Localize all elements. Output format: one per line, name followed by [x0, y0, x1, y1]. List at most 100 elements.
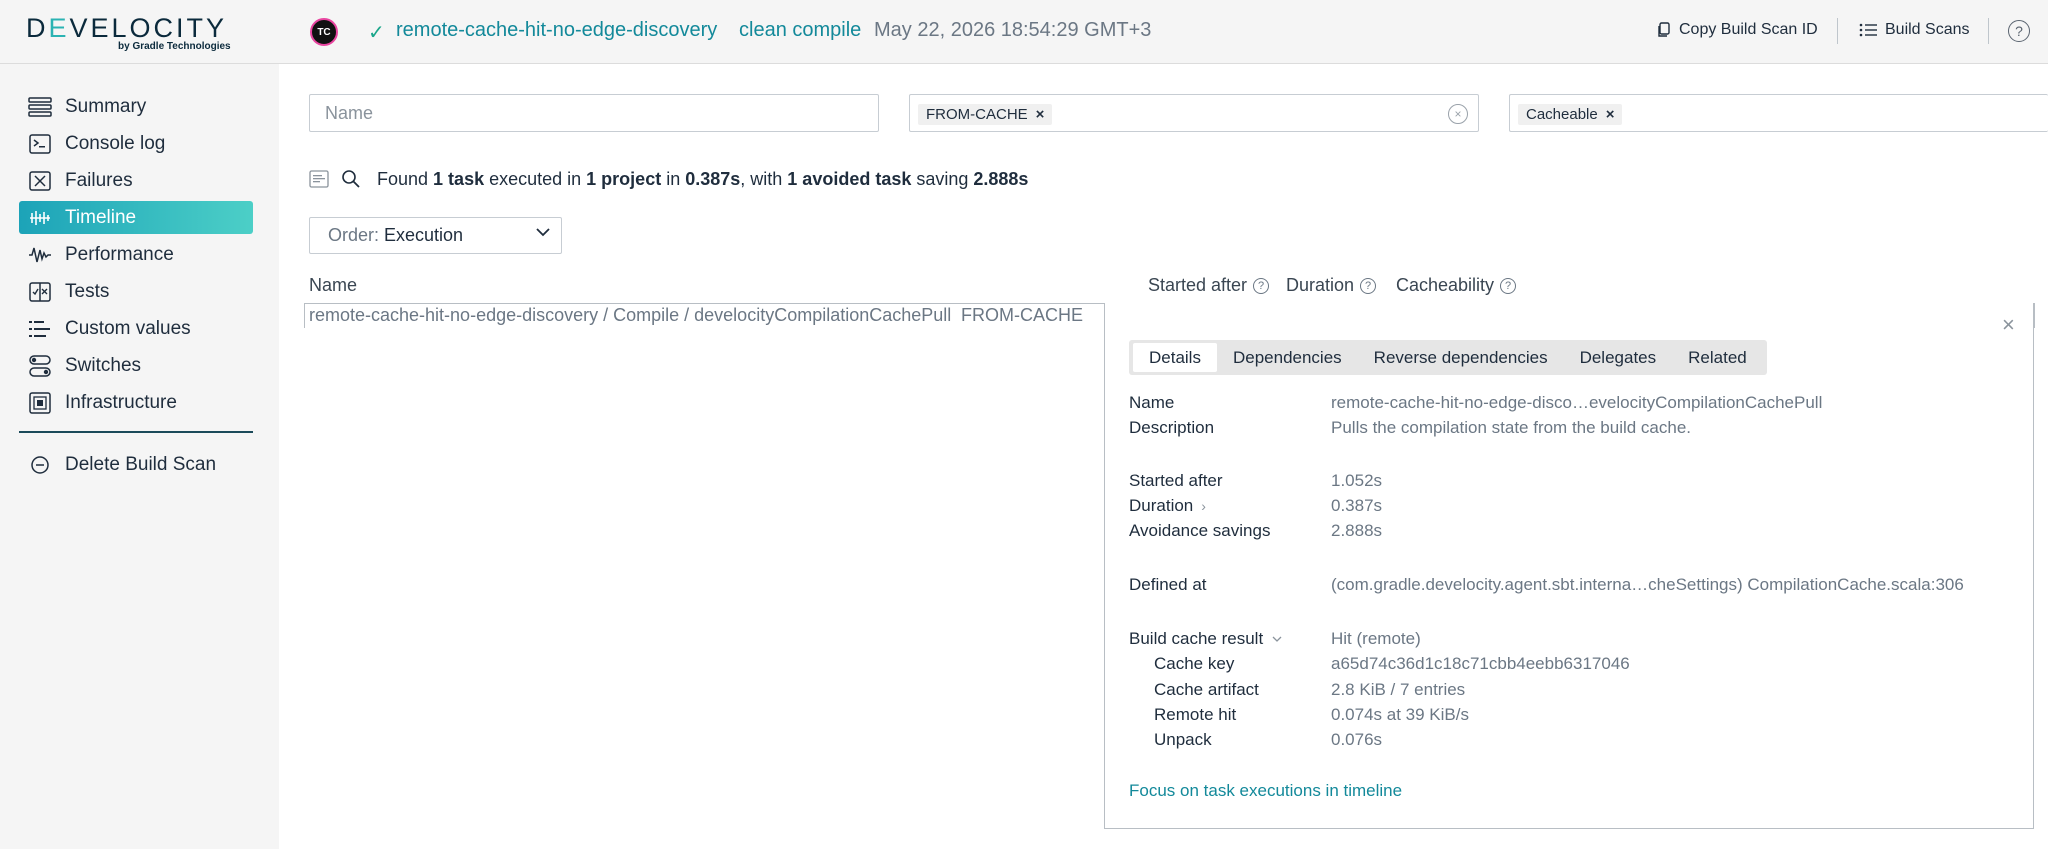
help-icon[interactable]: ? [2008, 20, 2030, 42]
collapse-all-icon[interactable] [309, 169, 329, 189]
tab-delegates[interactable]: Delegates [1564, 343, 1673, 372]
clear-filter-icon[interactable]: × [1448, 104, 1468, 124]
chip-remove-icon[interactable]: × [1606, 106, 1615, 123]
detail-value-cache-result: Hit (remote) [1331, 629, 1421, 648]
detail-label-avoidance: Avoidance savings [1129, 521, 1271, 540]
custom-values-icon [27, 318, 53, 340]
column-header-label: Started after [1148, 275, 1248, 295]
teamcity-icon[interactable]: TC [310, 18, 338, 46]
sidebar-item-label: Timeline [65, 206, 137, 228]
chip-remove-icon[interactable]: × [1036, 106, 1045, 123]
order-select[interactable]: Order: Execution [309, 217, 562, 254]
sidebar-item-performance[interactable]: Performance [19, 238, 253, 271]
sidebar-item-label: Failures [65, 169, 133, 191]
logo-letters-rest: VELOCITY [69, 13, 228, 43]
sidebar-item-timeline[interactable]: Timeline [19, 201, 253, 234]
cacheability-filter-chip[interactable]: Cacheable × [1518, 104, 1623, 125]
summary-value: 0.387s [685, 168, 741, 189]
summary-text: executed in [489, 168, 582, 189]
sidebar-item-label: Summary [65, 95, 147, 117]
detail-label-description: Description [1129, 418, 1215, 437]
build-scans-button[interactable]: Build Scans [1859, 21, 1970, 39]
sidebar-item-label: Switches [65, 354, 142, 376]
detail-value-avoidance: 2.888s [1331, 521, 1383, 540]
column-header-cacheability[interactable]: Cacheability? [1396, 275, 1517, 296]
copy-build-scan-id-button[interactable]: Copy Build Scan ID [1657, 21, 1818, 39]
sidebar-item-switches[interactable]: Switches [19, 349, 253, 382]
help-icon[interactable]: ? [1500, 277, 1517, 294]
summary-text: Found [377, 168, 429, 189]
tab-details[interactable]: Details [1133, 343, 1217, 372]
task-name-filter-input[interactable] [309, 94, 879, 132]
column-header-name[interactable]: Name [309, 275, 357, 296]
detail-label-cache-key: Cache key [1154, 654, 1235, 673]
project-name[interactable]: remote-cache-hit-no-edge-discovery [396, 19, 717, 42]
infrastructure-icon [27, 391, 53, 414]
summary-text: saving [916, 168, 969, 189]
sidebar-item-label: Custom values [65, 317, 191, 339]
chevron-right-icon: › [1201, 498, 1206, 514]
focus-on-timeline-link[interactable]: Focus on task executions in timeline [1129, 781, 1402, 801]
summary-text: in [666, 168, 681, 189]
header-separator [1988, 18, 1989, 44]
timeline-icon [27, 207, 53, 229]
sidebar-item-label: Performance [65, 243, 174, 265]
detail-value-cache-key: a65d74c36d1c18c71cbb4eebb6317046 [1331, 654, 1630, 673]
tab-related[interactable]: Related [1672, 343, 1763, 372]
sidebar-item-custom-values[interactable]: Custom values [19, 312, 253, 345]
detail-duration-toggle[interactable]: Duration › [1129, 496, 1206, 516]
chip-label: Cacheable [1526, 106, 1598, 123]
sidebar-item-label: Tests [65, 280, 110, 302]
tests-icon [27, 281, 53, 303]
copy-build-scan-id-label: Copy Build Scan ID [1679, 21, 1818, 38]
top-header: DEVELOCITY by Gradle Technologies TC ✓ r… [0, 0, 2048, 64]
detail-value-name: remote-cache-hit-no-edge-disco…evelocity… [1331, 393, 1823, 412]
cacheability-filter-input[interactable]: Cacheable × [1509, 94, 2048, 132]
tab-dependencies[interactable]: Dependencies [1217, 343, 1358, 372]
detail-label-name: Name [1129, 393, 1175, 412]
sidebar-item-console-log[interactable]: Console log [19, 127, 253, 160]
detail-value-cache-artifact: 2.8 KiB / 7 entries [1331, 680, 1466, 699]
detail-cache-result-toggle[interactable]: Build cache result [1129, 629, 1283, 649]
tab-reverse-dependencies[interactable]: Reverse dependencies [1358, 343, 1564, 372]
help-icon[interactable]: ? [1360, 277, 1377, 294]
outcome-filter-chip[interactable]: FROM-CACHE × [918, 104, 1053, 125]
detail-label-remote-hit: Remote hit [1154, 705, 1237, 724]
summary-value: 1 project [586, 168, 662, 189]
summary-value: 1 task [433, 168, 485, 189]
detail-label-cache-artifact: Cache artifact [1154, 680, 1259, 699]
delete-build-scan-button[interactable]: Delete Build Scan [19, 448, 253, 481]
develocity-logo[interactable]: DEVELOCITY by Gradle Technologies [26, 14, 236, 54]
order-label: Order: [328, 225, 380, 245]
panel-border [2033, 303, 2035, 328]
outcome-filter-input[interactable]: FROM-CACHE × × [909, 94, 1479, 132]
help-icon[interactable]: ? [1253, 277, 1270, 294]
list-icon [1859, 23, 1877, 37]
console-icon [27, 133, 53, 155]
detail-label-unpack: Unpack [1154, 730, 1212, 749]
details-tabs: Details Dependencies Reverse dependencie… [1129, 340, 1767, 375]
detail-label-cache-result: Build cache result [1129, 629, 1264, 648]
build-task[interactable]: clean compile [739, 19, 861, 42]
chip-label: FROM-CACHE [926, 106, 1028, 123]
search-icon[interactable] [341, 169, 361, 189]
sidebar-item-infrastructure[interactable]: Infrastructure [19, 386, 253, 419]
sidebar: Summary Console log Failures Timeline Pe… [0, 64, 279, 849]
column-header-duration[interactable]: Duration? [1286, 275, 1377, 296]
logo-wordmark: DEVELOCITY [26, 14, 236, 42]
column-header-started-after[interactable]: Started after? [1148, 275, 1270, 296]
close-icon[interactable]: × [2002, 312, 2015, 338]
sidebar-item-summary[interactable]: Summary [19, 90, 253, 123]
task-path[interactable]: remote-cache-hit-no-edge-discovery / Com… [309, 305, 951, 326]
sidebar-divider [19, 431, 253, 433]
detail-value-remote-hit: 0.074s at 39 KiB/s [1331, 705, 1469, 724]
build-scans-label: Build Scans [1885, 21, 1970, 38]
build-date: May 22, 2026 18:54:29 GMT+3 [874, 19, 1152, 41]
detail-value-defined-at: (com.gradle.develocity.agent.sbt.interna… [1331, 575, 1964, 594]
detail-value-unpack: 0.076s [1331, 730, 1383, 749]
results-summary: Found 1 task executed in 1 project in 0.… [309, 166, 1033, 192]
detail-value-description: Pulls the compilation state from the bui… [1331, 418, 1692, 437]
failures-icon [27, 170, 53, 192]
sidebar-item-failures[interactable]: Failures [19, 164, 253, 197]
sidebar-item-tests[interactable]: Tests [19, 275, 253, 308]
